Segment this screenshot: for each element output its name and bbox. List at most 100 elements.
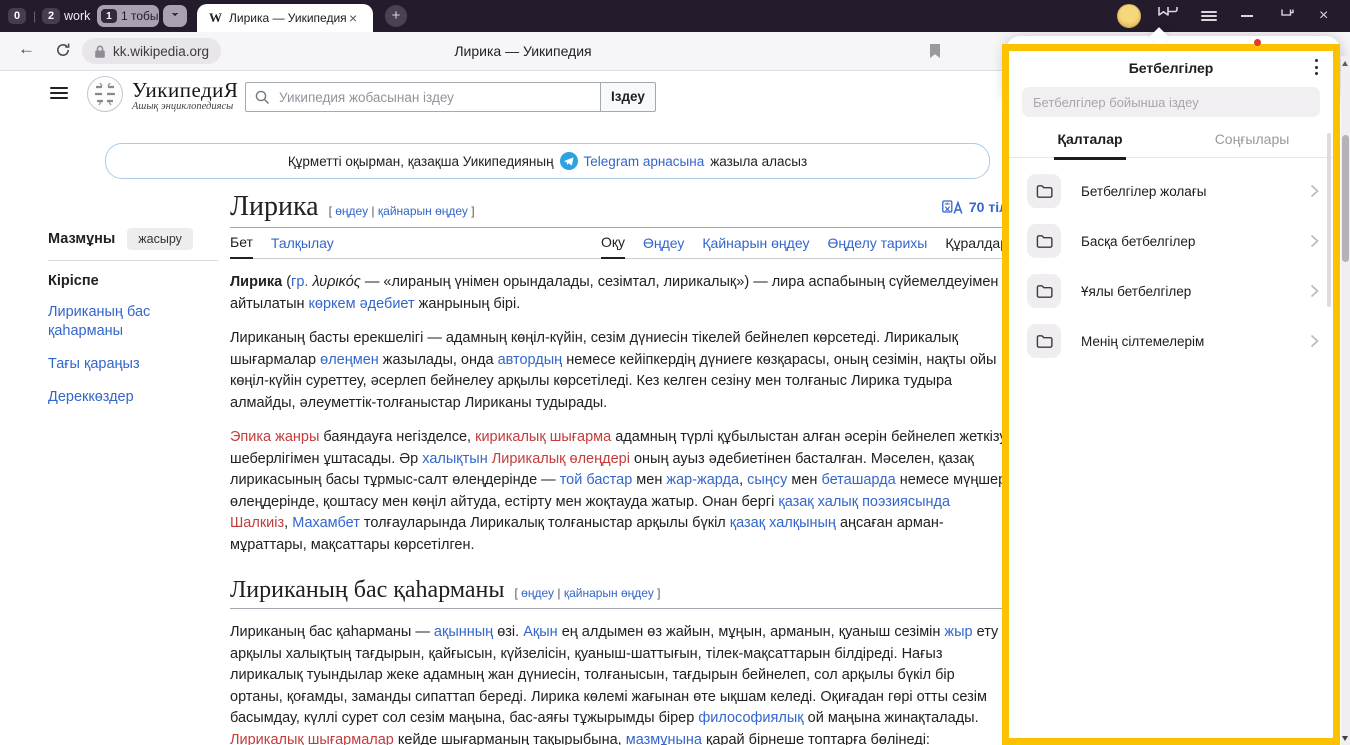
table-of-contents: Мазмұны жасыру Кіріспе Лириканың бас қаһ… bbox=[48, 228, 218, 407]
tab-close-icon[interactable]: × bbox=[349, 10, 357, 26]
bookmarks-search-box[interactable] bbox=[1022, 87, 1320, 117]
inline-link[interactable]: беташарда bbox=[821, 472, 895, 488]
window-minimize-button[interactable] bbox=[1241, 15, 1253, 17]
inline-text: ( bbox=[282, 274, 291, 290]
inline-link[interactable]: қазақ халық поэзиясында bbox=[778, 494, 950, 510]
page-scrollbar[interactable] bbox=[1341, 56, 1350, 745]
inline-link[interactable]: өңдеу bbox=[521, 586, 554, 600]
paragraph-2: Лириканың басты ерекшелігі — адамның көң… bbox=[230, 328, 1008, 414]
telegram-icon bbox=[560, 152, 578, 170]
inline-link[interactable]: жыр bbox=[944, 624, 972, 640]
back-button[interactable]: ← bbox=[18, 39, 35, 59]
toc-item-intro[interactable]: Кіріспе bbox=[48, 273, 218, 289]
wiki-search-box[interactable] bbox=[245, 82, 601, 112]
inline-text: қарай бірнеше топтарға бөлінеді: bbox=[702, 732, 930, 745]
tab-edit[interactable]: Өңдеу bbox=[643, 235, 684, 258]
bookmarks-panel: Бетбелгілер Қалталар Соңғылары Бетбелгіл… bbox=[1002, 44, 1340, 745]
inline-link[interactable]: халықтын bbox=[422, 451, 487, 467]
folder-row-other-bookmarks[interactable]: Басқа бетбелгілер bbox=[1009, 216, 1333, 266]
tab-group-expand-button[interactable] bbox=[163, 5, 187, 27]
folder-label: Бетбелгілер жолағы bbox=[1081, 184, 1206, 199]
inline-text: баяндауға негізделсе, bbox=[319, 429, 475, 445]
inline-link[interactable]: қайнарын өңдеу bbox=[564, 586, 654, 600]
inline-link[interactable]: Лирикалық шығармалар bbox=[230, 732, 394, 745]
inline-link[interactable]: өңдеу bbox=[335, 204, 368, 218]
new-tab-button[interactable]: + bbox=[385, 5, 407, 27]
tab-page[interactable]: Бет bbox=[230, 234, 253, 259]
tab-strip: 0 | 2 work 1 1 тобы W Лирика — Уикипедия… bbox=[0, 0, 1350, 32]
toc-item-see-also[interactable]: Тағы қараңыз bbox=[48, 355, 218, 374]
inline-link[interactable]: қазақ халқының bbox=[730, 515, 836, 531]
reload-button[interactable] bbox=[55, 42, 71, 63]
tab-edit-source[interactable]: Қайнарын өңдеу bbox=[702, 235, 809, 258]
inline-link[interactable]: автордың bbox=[498, 352, 563, 368]
bookmark-flag-icon[interactable] bbox=[929, 43, 941, 64]
telegram-link[interactable]: Telegram арнасына bbox=[584, 154, 705, 169]
language-switcher[interactable]: 70 тіл bbox=[942, 199, 1008, 215]
inline-link[interactable]: Ақын bbox=[523, 624, 557, 640]
inline-link[interactable]: той бастар bbox=[560, 472, 633, 488]
tab-tools[interactable]: Құралдар bbox=[945, 235, 1008, 258]
tab-folders[interactable]: Қалталар bbox=[1009, 131, 1171, 157]
chevron-right-icon bbox=[1310, 184, 1319, 198]
tab-group-pinned-badge[interactable]: 0 bbox=[8, 8, 26, 24]
scroll-down-arrow[interactable] bbox=[1342, 736, 1348, 741]
inline-link[interactable]: кирикалық шығарма bbox=[475, 429, 611, 445]
wikipedia-wordmark[interactable]: УикипедиЯ Ашық энциклопедиясы bbox=[132, 79, 238, 112]
window-close-button[interactable]: × bbox=[1319, 8, 1328, 24]
inline-link[interactable]: философиялық bbox=[698, 710, 803, 726]
inline-link[interactable]: Эпика жанры bbox=[230, 429, 319, 445]
paragraph-1: Лирика (гр. λυρικός — «лираның үнімен ор… bbox=[230, 272, 1008, 315]
article-content: Лирика [ өңдеу | қайнарын өңдеу ] 70 тіл… bbox=[230, 192, 1008, 745]
folder-row-mobile-bookmarks[interactable]: Ұялы бетбелгілер bbox=[1009, 266, 1333, 316]
toc-title: Мазмұны bbox=[48, 231, 115, 247]
inline-link[interactable]: Махамбет bbox=[292, 515, 360, 531]
toc-item-main-hero[interactable]: Лириканың бас қаһарманы bbox=[48, 303, 218, 341]
inline-text: , bbox=[284, 515, 292, 531]
scroll-up-arrow[interactable] bbox=[1342, 61, 1348, 66]
inline-link[interactable]: жар-жарда bbox=[666, 472, 739, 488]
address-bar[interactable]: kk.wikipedia.org bbox=[82, 38, 221, 64]
inline-link[interactable]: көркем әдебиет bbox=[309, 296, 415, 312]
active-tab[interactable]: W Лирика — Уикипедия × bbox=[197, 4, 373, 32]
wiki-search-button[interactable]: Іздеу bbox=[600, 82, 656, 112]
article-tab-bar: Бет Талқылау Оқу Өңдеу Қайнарын өңдеу Өң… bbox=[230, 228, 1008, 259]
tab-group-work-label[interactable]: work bbox=[64, 9, 90, 23]
inline-text: жанрының бірі. bbox=[415, 296, 521, 312]
tab-talk[interactable]: Талқылау bbox=[271, 235, 334, 258]
tab-separator: | bbox=[33, 9, 36, 23]
wikipedia-logo[interactable] bbox=[86, 75, 124, 118]
folder-row-bookmarks-bar[interactable]: Бетбелгілер жолағы bbox=[1009, 166, 1333, 216]
wiki-hamburger-menu[interactable] bbox=[50, 87, 68, 100]
toc-item-references[interactable]: Дереккөздер bbox=[48, 388, 218, 407]
inline-text: , bbox=[739, 472, 747, 488]
inline-link[interactable]: гр. bbox=[291, 274, 308, 290]
inline-link[interactable]: Лирикалық өлеңдері bbox=[492, 451, 630, 467]
panel-scrollbar-thumb[interactable] bbox=[1327, 133, 1331, 307]
inline-link[interactable]: сыңсу bbox=[747, 472, 787, 488]
wiki-search-input[interactable] bbox=[277, 89, 600, 106]
telegram-banner: Құрметті оқырман, қазақша Уикипедияның T… bbox=[105, 143, 990, 179]
folder-icon bbox=[1027, 274, 1061, 308]
tab-group-work-badge[interactable]: 2 bbox=[42, 8, 60, 24]
wordmark-tagline: Ашық энциклопедиясы bbox=[132, 101, 238, 112]
tab-read[interactable]: Оқу bbox=[601, 234, 625, 259]
tab-recent[interactable]: Соңғылары bbox=[1171, 131, 1333, 157]
tab-group-toby[interactable]: 1 1 тобы bbox=[97, 5, 159, 27]
panel-menu-icon[interactable] bbox=[1311, 59, 1321, 75]
inline-text: ] bbox=[468, 204, 475, 218]
folder-row-my-links[interactable]: Менің сілтемелерім bbox=[1009, 316, 1333, 366]
inline-link[interactable]: қайнарын өңдеу bbox=[378, 204, 468, 218]
inline-text: Лириканың бас қаһарманы — bbox=[230, 624, 434, 640]
profile-avatar[interactable] bbox=[1117, 4, 1141, 28]
inline-link[interactable]: ақынның bbox=[434, 624, 493, 640]
inline-link[interactable]: Шалкиіз bbox=[230, 515, 284, 531]
inline-link[interactable]: өлеңмен bbox=[320, 352, 379, 368]
browser-menu-icon[interactable] bbox=[1201, 11, 1217, 21]
inline-link[interactable]: мазмұнына bbox=[626, 732, 702, 745]
toc-hide-button[interactable]: жасыру bbox=[127, 228, 193, 250]
scrollbar-thumb[interactable] bbox=[1342, 135, 1349, 262]
bookmarks-search-input[interactable] bbox=[1022, 95, 1320, 110]
inline-text: кейде шығарманың тақырыбына, bbox=[394, 732, 626, 745]
tab-history[interactable]: Өңделу тарихы bbox=[827, 235, 927, 258]
